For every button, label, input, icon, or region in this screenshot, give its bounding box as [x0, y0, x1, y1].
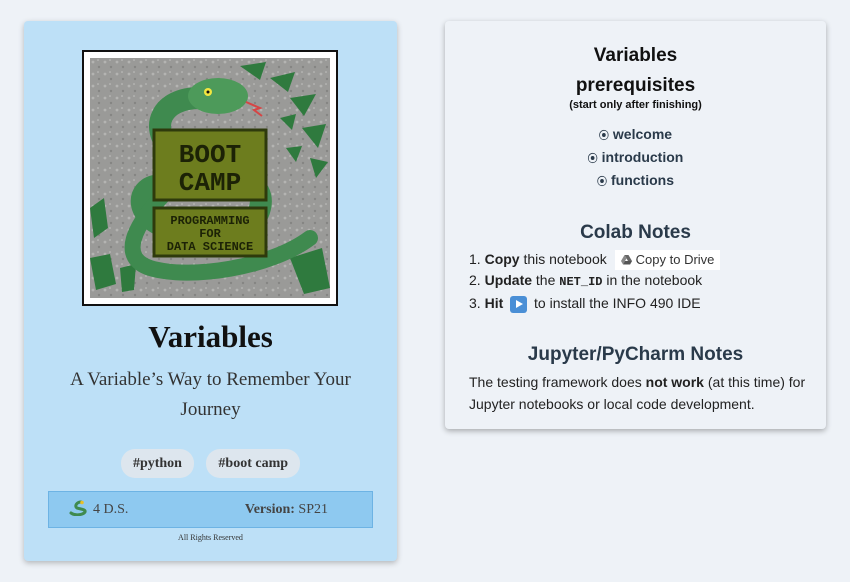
step-copy: 1. Copy this notebook Copy to Drive — [469, 249, 721, 271]
colab-notes-title: Colab Notes — [580, 222, 691, 243]
jupyter-notes-text: The testing framework does not work (at … — [469, 371, 809, 415]
prereq-item-welcome[interactable]: ⦿ welcome — [445, 124, 826, 147]
step-number: 1. — [469, 251, 481, 267]
jupyter-text-pre: The testing framework does — [469, 374, 642, 390]
copy-to-drive-button[interactable]: Copy to Drive — [614, 250, 721, 271]
prereq-note: (start only after finishing) — [569, 99, 702, 111]
prereq-label: functions — [611, 172, 674, 188]
version-label: Version: — [244, 502, 295, 517]
boot-camp-logo-icon: BOOT CAMP PROGRAMMING FOR DATA SCIENCE — [90, 58, 330, 298]
svg-text:BOOT: BOOT — [179, 140, 241, 170]
prereq-list: ⦿ welcome ⦿ introduction ⦿ functions — [445, 124, 826, 193]
org-label: 4 D.S. — [93, 502, 129, 517]
bullet-icon: ⦿ — [598, 131, 609, 142]
prereq-item-introduction[interactable]: ⦿ introduction — [445, 147, 826, 170]
step-text: this notebook — [523, 251, 607, 267]
course-cover-image: BOOT CAMP PROGRAMMING FOR DATA SCIENCE — [82, 50, 338, 306]
tag-boot-camp[interactable]: #boot camp — [206, 449, 301, 478]
prereq-label: introduction — [601, 149, 684, 165]
prereq-title: Variables prerequisites — [445, 41, 826, 101]
prereq-label: welcome — [612, 126, 673, 142]
prereq-title-line2: prerequisites — [575, 75, 696, 96]
copy-to-drive-label: Copy to Drive — [635, 252, 715, 268]
version-value: SP21 — [298, 502, 328, 517]
step-verb: Copy — [484, 251, 520, 267]
prereq-title-line1: Variables — [593, 45, 678, 66]
svg-text:DATA SCIENCE: DATA SCIENCE — [167, 240, 253, 254]
course-footer-bar: 4 D.S. Version: SP21 — [48, 491, 373, 528]
jupyter-notes-title: Jupyter/PyCharm Notes — [527, 344, 744, 365]
step-text: to install the INFO 490 IDE — [534, 295, 701, 312]
bullet-icon: ⦿ — [587, 154, 598, 165]
jupyter-text-bold: not work — [645, 374, 704, 390]
tag-list: #python #boot camp — [24, 449, 397, 478]
colab-steps: 1. Copy this notebook Copy to Drive 2. U… — [469, 249, 721, 314]
step-verb: Hit — [484, 295, 504, 312]
step-number: 2. — [469, 272, 481, 289]
google-drive-icon — [620, 255, 632, 265]
version-info: Version: SP21 — [245, 502, 328, 518]
svg-text:CAMP: CAMP — [179, 168, 241, 198]
step-text: in the notebook — [606, 272, 703, 289]
rights-notice: All Rights Reserved — [178, 533, 243, 542]
prereq-item-functions[interactable]: ⦿ functions — [445, 170, 826, 193]
notes-card: Variables prerequisites (start only afte… — [445, 21, 826, 429]
net-id-code: NET_ID — [559, 275, 603, 290]
play-icon[interactable] — [510, 296, 528, 314]
course-card: BOOT CAMP PROGRAMMING FOR DATA SCIENCE V… — [24, 21, 397, 561]
step-verb: Update — [484, 272, 533, 289]
course-subtitle: A Variable’s Way to Remember Your Journe… — [70, 369, 351, 420]
svg-text:FOR: FOR — [199, 227, 221, 241]
step-hit: 3. Hit to install the INFO 490 IDE — [469, 293, 720, 314]
step-update: 2. Update the NET_ID in the notebook — [469, 270, 720, 293]
course-title: Variables — [148, 319, 273, 354]
tag-python[interactable]: #python — [120, 449, 194, 478]
step-text: the — [535, 272, 556, 289]
svg-text:PROGRAMMING: PROGRAMMING — [170, 214, 249, 228]
step-number: 3. — [469, 295, 481, 312]
snake-icon — [69, 500, 87, 516]
bullet-icon: ⦿ — [597, 177, 607, 188]
